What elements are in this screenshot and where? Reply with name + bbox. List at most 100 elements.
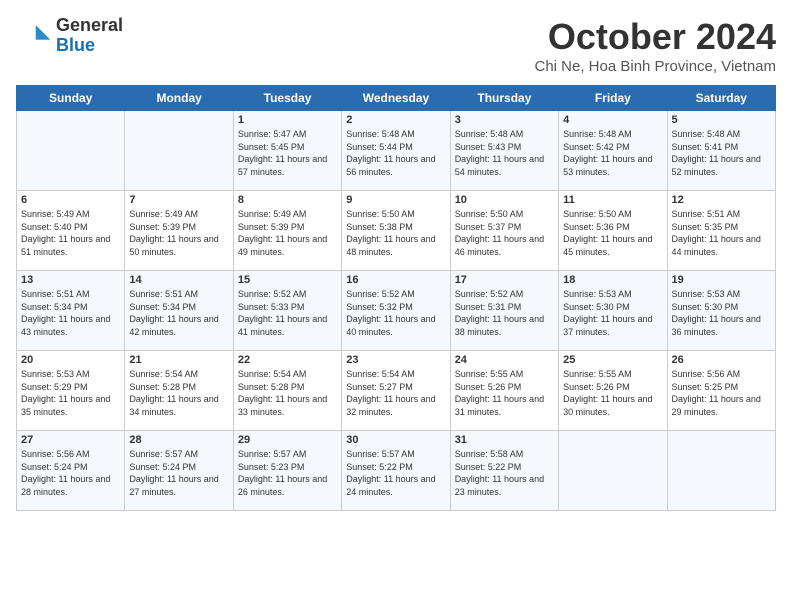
day-header-friday: Friday [559,86,667,111]
calendar-cell: 11 Sunrise: 5:50 AM Sunset: 5:36 PM Dayli… [559,191,667,271]
day-info: Sunrise: 5:52 AM Sunset: 5:32 PM Dayligh… [346,288,445,338]
day-info: Sunrise: 5:51 AM Sunset: 5:34 PM Dayligh… [21,288,120,338]
calendar-cell: 10 Sunrise: 5:50 AM Sunset: 5:37 PM Dayli… [450,191,558,271]
day-info: Sunrise: 5:52 AM Sunset: 5:31 PM Dayligh… [455,288,554,338]
day-number: 21 [129,354,228,366]
day-number: 16 [346,274,445,286]
day-number: 17 [455,274,554,286]
calendar-cell: 16 Sunrise: 5:52 AM Sunset: 5:32 PM Dayli… [342,271,450,351]
calendar-cell: 30 Sunrise: 5:57 AM Sunset: 5:22 PM Dayli… [342,431,450,511]
day-number: 3 [455,114,554,126]
day-info: Sunrise: 5:53 AM Sunset: 5:30 PM Dayligh… [672,288,771,338]
day-number: 25 [563,354,662,366]
day-header-thursday: Thursday [450,86,558,111]
calendar-week-4: 20Sunrise: 5:53 AM Sunset: 5:29 PM Dayli… [17,351,776,431]
day-number: 5 [672,114,771,126]
day-number: 29 [238,434,337,446]
calendar-body: 1Sunrise: 5:47 AM Sunset: 5:45 PM Daylig… [17,111,776,511]
calendar-cell: 20Sunrise: 5:53 AM Sunset: 5:29 PM Dayli… [17,351,125,431]
day-number: 9 [346,194,445,206]
calendar-week-2: 6Sunrise: 5:49 AM Sunset: 5:40 PM Daylig… [17,191,776,271]
day-info: Sunrise: 5:57 AM Sunset: 5:23 PM Dayligh… [238,448,337,498]
calendar-cell: 26 Sunrise: 5:56 AM Sunset: 5:25 PM Dayli… [667,351,775,431]
logo-general-text: General [56,16,123,36]
calendar-cell: 15Sunrise: 5:52 AM Sunset: 5:33 PM Dayli… [233,271,341,351]
calendar-cell: 8 Sunrise: 5:49 AM Sunset: 5:39 PM Daylig… [233,191,341,271]
calendar-cell: 18 Sunrise: 5:53 AM Sunset: 5:30 PM Dayli… [559,271,667,351]
calendar-cell [559,431,667,511]
day-info: Sunrise: 5:48 AM Sunset: 5:42 PM Dayligh… [563,128,662,178]
day-info: Sunrise: 5:48 AM Sunset: 5:43 PM Dayligh… [455,128,554,178]
calendar-cell: 9Sunrise: 5:50 AM Sunset: 5:38 PM Daylig… [342,191,450,271]
day-info: Sunrise: 5:56 AM Sunset: 5:25 PM Dayligh… [672,368,771,418]
calendar-cell: 2 Sunrise: 5:48 AM Sunset: 5:44 PM Daylig… [342,111,450,191]
calendar-week-5: 27 Sunrise: 5:56 AM Sunset: 5:24 PM Dayli… [17,431,776,511]
day-number: 27 [21,434,120,446]
day-number: 31 [455,434,554,446]
day-number: 11 [563,194,662,206]
day-header-sunday: Sunday [17,86,125,111]
calendar-cell: 31 Sunrise: 5:58 AM Sunset: 5:22 PM Dayli… [450,431,558,511]
day-info: Sunrise: 5:51 AM Sunset: 5:34 PM Dayligh… [129,288,228,338]
day-number: 23 [346,354,445,366]
calendar-cell [125,111,233,191]
calendar-cell: 23 Sunrise: 5:54 AM Sunset: 5:27 PM Dayli… [342,351,450,431]
calendar-cell: 21 Sunrise: 5:54 AM Sunset: 5:28 PM Dayli… [125,351,233,431]
day-number: 12 [672,194,771,206]
calendar-cell: 17 Sunrise: 5:52 AM Sunset: 5:31 PM Dayli… [450,271,558,351]
day-number: 15 [238,274,337,286]
day-number: 8 [238,194,337,206]
day-info: Sunrise: 5:57 AM Sunset: 5:22 PM Dayligh… [346,448,445,498]
day-info: Sunrise: 5:55 AM Sunset: 5:26 PM Dayligh… [563,368,662,418]
day-number: 30 [346,434,445,446]
logo: General Blue [16,16,123,56]
day-info: Sunrise: 5:55 AM Sunset: 5:26 PM Dayligh… [455,368,554,418]
calendar-cell [17,111,125,191]
day-number: 4 [563,114,662,126]
calendar-header-row: SundayMondayTuesdayWednesdayThursdayFrid… [17,86,776,111]
calendar-cell: 4 Sunrise: 5:48 AM Sunset: 5:42 PM Daylig… [559,111,667,191]
day-info: Sunrise: 5:51 AM Sunset: 5:35 PM Dayligh… [672,208,771,258]
day-number: 7 [129,194,228,206]
day-info: Sunrise: 5:57 AM Sunset: 5:24 PM Dayligh… [129,448,228,498]
calendar-cell: 13 Sunrise: 5:51 AM Sunset: 5:34 PM Dayli… [17,271,125,351]
day-number: 10 [455,194,554,206]
calendar-cell: 24Sunrise: 5:55 AM Sunset: 5:26 PM Dayli… [450,351,558,431]
day-header-tuesday: Tuesday [233,86,341,111]
day-number: 19 [672,274,771,286]
day-number: 28 [129,434,228,446]
calendar-cell: 28 Sunrise: 5:57 AM Sunset: 5:24 PM Dayli… [125,431,233,511]
day-info: Sunrise: 5:48 AM Sunset: 5:41 PM Dayligh… [672,128,771,178]
calendar-cell: 3 Sunrise: 5:48 AM Sunset: 5:43 PM Daylig… [450,111,558,191]
day-number: 13 [21,274,120,286]
month-title: October 2024 [534,16,776,58]
location-title: Chi Ne, Hoa Binh Province, Vietnam [534,58,776,75]
calendar-week-1: 1Sunrise: 5:47 AM Sunset: 5:45 PM Daylig… [17,111,776,191]
logo-blue-text: Blue [56,36,123,56]
day-number: 6 [21,194,120,206]
title-area: October 2024 Chi Ne, Hoa Binh Province, … [534,16,776,75]
day-number: 2 [346,114,445,126]
day-header-monday: Monday [125,86,233,111]
day-number: 26 [672,354,771,366]
day-info: Sunrise: 5:53 AM Sunset: 5:29 PM Dayligh… [21,368,120,418]
day-info: Sunrise: 5:54 AM Sunset: 5:28 PM Dayligh… [129,368,228,418]
day-header-saturday: Saturday [667,86,775,111]
day-info: Sunrise: 5:54 AM Sunset: 5:28 PM Dayligh… [238,368,337,418]
day-info: Sunrise: 5:49 AM Sunset: 5:39 PM Dayligh… [129,208,228,258]
day-info: Sunrise: 5:50 AM Sunset: 5:37 PM Dayligh… [455,208,554,258]
day-info: Sunrise: 5:50 AM Sunset: 5:36 PM Dayligh… [563,208,662,258]
calendar-cell: 6Sunrise: 5:49 AM Sunset: 5:40 PM Daylig… [17,191,125,271]
calendar-cell: 5 Sunrise: 5:48 AM Sunset: 5:41 PM Daylig… [667,111,775,191]
day-number: 18 [563,274,662,286]
calendar-cell: 12 Sunrise: 5:51 AM Sunset: 5:35 PM Dayli… [667,191,775,271]
calendar-cell: 22Sunrise: 5:54 AM Sunset: 5:28 PM Dayli… [233,351,341,431]
day-info: Sunrise: 5:48 AM Sunset: 5:44 PM Dayligh… [346,128,445,178]
day-info: Sunrise: 5:56 AM Sunset: 5:24 PM Dayligh… [21,448,120,498]
day-info: Sunrise: 5:53 AM Sunset: 5:30 PM Dayligh… [563,288,662,338]
day-info: Sunrise: 5:54 AM Sunset: 5:27 PM Dayligh… [346,368,445,418]
day-info: Sunrise: 5:49 AM Sunset: 5:39 PM Dayligh… [238,208,337,258]
day-info: Sunrise: 5:58 AM Sunset: 5:22 PM Dayligh… [455,448,554,498]
calendar-table: SundayMondayTuesdayWednesdayThursdayFrid… [16,85,776,511]
header: General Blue October 2024 Chi Ne, Hoa Bi… [16,16,776,75]
